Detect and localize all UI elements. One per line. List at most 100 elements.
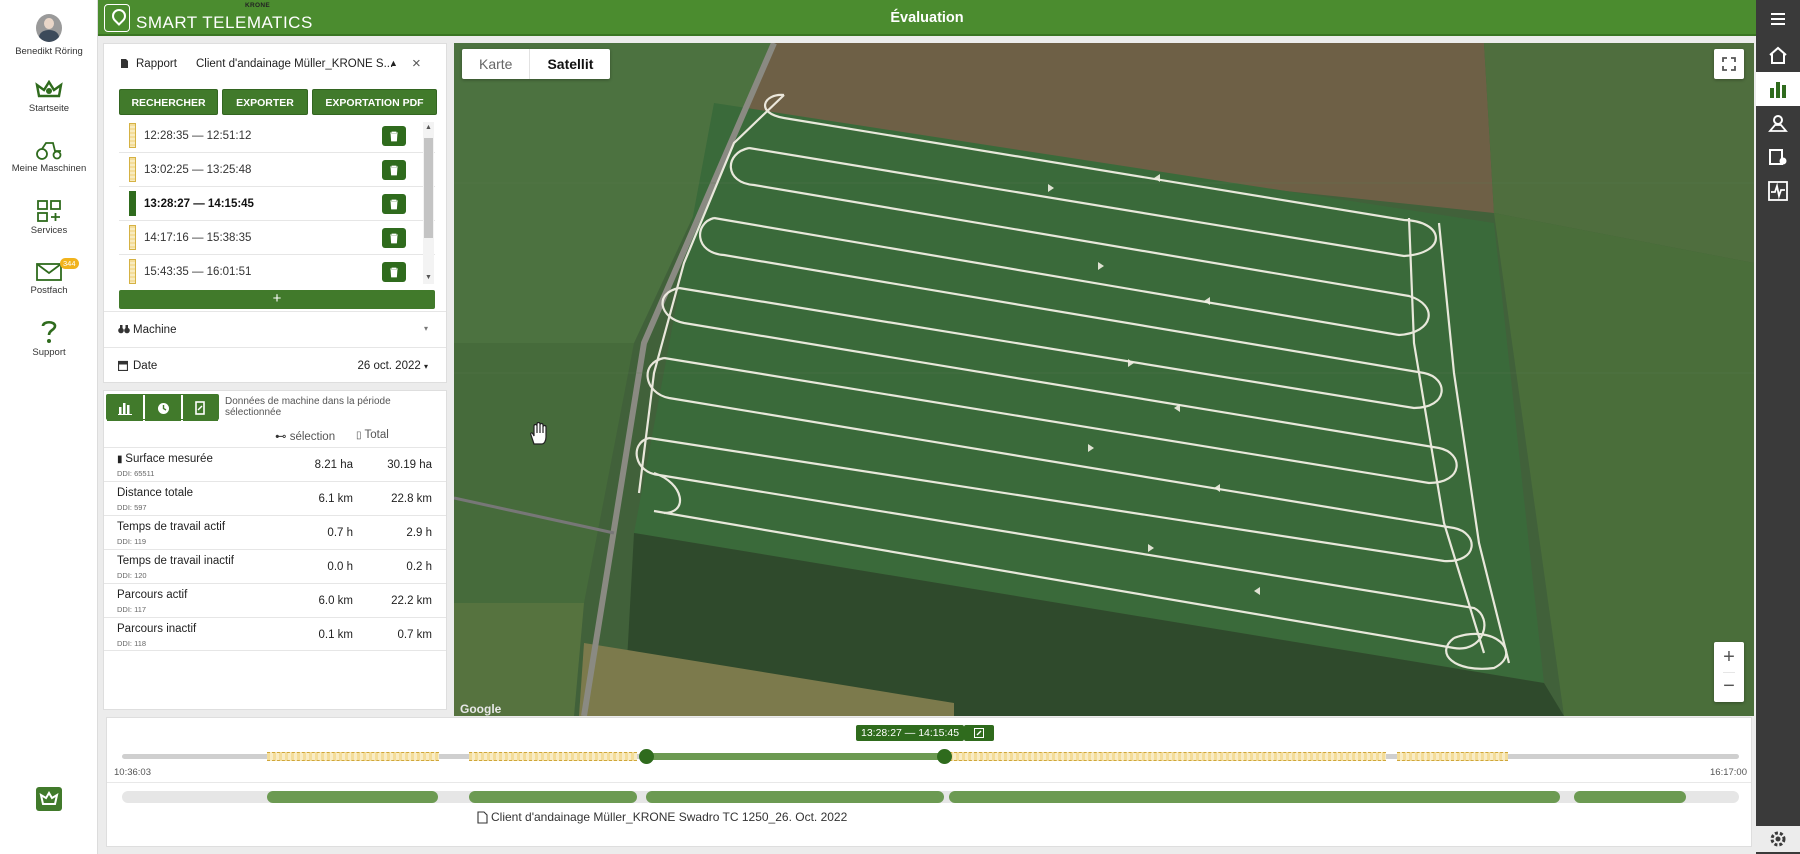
add-segment-button[interactable]: + [119, 290, 435, 309]
settings-gear-icon[interactable] [1756, 826, 1800, 852]
clock-icon [157, 402, 169, 414]
user-profile[interactable]: Benedikt Röring [0, 14, 98, 57]
report-name-select[interactable]: Client d'andainage Müller_KRONE S... [196, 58, 393, 70]
map-type-satellit[interactable]: Satellit [530, 49, 610, 79]
scroll-down-icon[interactable]: ▼ [425, 274, 432, 281]
segment-color-stripe [129, 157, 136, 182]
field-map-button[interactable] [1756, 106, 1800, 140]
hand-cursor-icon [530, 422, 547, 445]
stat-total-value: 22.2 km [391, 595, 432, 607]
nav-label: Services [30, 225, 68, 236]
tab-time[interactable] [145, 395, 181, 421]
machine-select[interactable]: Machine ▾ [104, 311, 446, 347]
segment-row[interactable]: 12:28:35 — 12:51:12 [119, 119, 435, 153]
fullscreen-icon[interactable] [1714, 49, 1744, 79]
report-settings-button[interactable] [1756, 140, 1800, 174]
hamburger-menu-icon[interactable] [1756, 6, 1800, 32]
trash-icon[interactable] [382, 194, 406, 214]
zoom-in-button[interactable]: + [1723, 642, 1735, 672]
date-label: Date [133, 360, 158, 372]
segment-row-selected[interactable]: 13:28:27 — 14:15:45 [119, 187, 435, 221]
col-selection-label: sélection [289, 431, 336, 443]
map-type-karte[interactable]: Karte [462, 49, 531, 79]
right-toolbar [1756, 0, 1800, 854]
trash-icon[interactable] [382, 262, 406, 282]
timeline-divider [107, 782, 1751, 783]
stat-row-surface: ▮ Surface mesurée DDI: 65511 8.21 ha 30.… [104, 447, 446, 481]
trash-icon[interactable] [382, 228, 406, 248]
stat-name: Parcours actif [117, 589, 188, 601]
stat-row-inactive-route: Parcours inactif DDI: 118 0.1 km 0.7 km [104, 617, 446, 651]
tab-fuel[interactable] [183, 395, 218, 421]
nav-postfach[interactable]: 344 Postfach [0, 258, 98, 296]
user-name: Benedikt Röring [15, 46, 83, 57]
stat-selection-value: 0.0 h [327, 561, 353, 573]
page-title: Évaluation [890, 10, 964, 26]
document-icon: ▯ [356, 430, 362, 441]
export-pdf-button[interactable]: EXPORTATION PDF [312, 89, 437, 115]
export-button[interactable]: EXPORTER [222, 89, 308, 115]
diagnostics-button[interactable] [1756, 174, 1800, 208]
report-segment[interactable] [267, 791, 438, 803]
stat-name: Distance totale [117, 487, 194, 499]
stat-name: Parcours inactif [117, 623, 197, 635]
stat-row-distance: Distance totale DDI: 597 6.1 km 22.8 km [104, 481, 446, 515]
segment-color-stripe [129, 123, 136, 148]
krone-home-icon[interactable] [36, 787, 62, 811]
trash-icon[interactable] [382, 160, 406, 180]
nav-services[interactable]: Services [0, 200, 98, 236]
evaluation-button[interactable] [1756, 72, 1800, 106]
trash-icon[interactable] [382, 126, 406, 146]
nav-meine-maschinen[interactable]: Meine Maschinen [0, 140, 98, 174]
segment-time: 13:02:25 — 13:25:48 [144, 164, 252, 176]
stat-selection-value: 8.21 ha [314, 459, 353, 471]
date-select[interactable]: Date 26 oct. 2022 ▾ [104, 347, 446, 383]
machine-data-panel: Données de machine dans la période sélec… [103, 390, 447, 710]
zoom-out-button[interactable]: − [1723, 672, 1735, 702]
stat-total-value: 0.2 h [406, 561, 432, 573]
segment-scrollbar[interactable]: ▲ ▼ [423, 122, 434, 284]
stat-total-value: 22.8 km [391, 493, 432, 505]
stat-ddi: DDI: 117 [117, 605, 147, 614]
report-header: Rapport Client d'andainage Müller_KRONE … [104, 44, 446, 84]
link-icon: ⊷ [275, 431, 287, 443]
timeline-segment[interactable] [469, 752, 637, 761]
col-total: ▯ Total [356, 429, 389, 441]
stat-row-inactive-time: Temps de travail inactif DDI: 120 0.0 h … [104, 549, 446, 583]
google-attribution: Google [460, 702, 502, 716]
nav-startseite[interactable]: Startseite [0, 80, 98, 114]
nav-label: Postfach [30, 285, 68, 296]
map-canvas [454, 43, 1754, 716]
close-icon[interactable]: × [412, 55, 421, 72]
report-segment[interactable] [469, 791, 637, 803]
segment-row[interactable]: 13:02:25 — 13:25:48 [119, 153, 435, 187]
stat-total-value: 0.7 km [397, 629, 432, 641]
timeline-segment[interactable] [944, 752, 1386, 761]
timeline-segment[interactable] [1397, 752, 1508, 761]
search-button[interactable]: RECHERCHER [119, 89, 218, 115]
map-type-toggle: Karte Satellit [462, 49, 611, 79]
segment-time: 12:28:35 — 12:51:12 [144, 130, 252, 142]
scrollbar-thumb[interactable] [424, 138, 433, 238]
timeline-end-handle[interactable] [937, 749, 952, 764]
report-segment[interactable] [646, 791, 944, 803]
report-segment[interactable] [1574, 791, 1686, 803]
timeline-start-handle[interactable] [639, 749, 654, 764]
report-segment[interactable] [949, 791, 1560, 803]
tab-statistics[interactable] [107, 395, 143, 421]
scroll-up-icon[interactable]: ▲ [425, 124, 432, 131]
mail-icon [36, 263, 62, 281]
home-button[interactable] [1756, 38, 1800, 72]
chevron-up-icon[interactable]: ▲ [389, 58, 398, 68]
timeline-selection[interactable] [646, 753, 944, 760]
satellite-map[interactable]: Karte Satellit + − Google [454, 43, 1754, 716]
edit-segment-icon[interactable] [964, 725, 994, 741]
segment-row[interactable]: 15:43:35 — 16:01:51 [119, 255, 435, 287]
timeline-segment[interactable] [267, 752, 439, 761]
segment-row[interactable]: 14:17:16 — 15:38:35 [119, 221, 435, 255]
stat-ddi: DDI: 119 [117, 537, 147, 546]
stat-total-value: 30.19 ha [387, 459, 432, 471]
bar-chart-icon [118, 402, 132, 415]
fuel-icon [194, 401, 205, 415]
nav-support[interactable]: Support [0, 318, 98, 358]
